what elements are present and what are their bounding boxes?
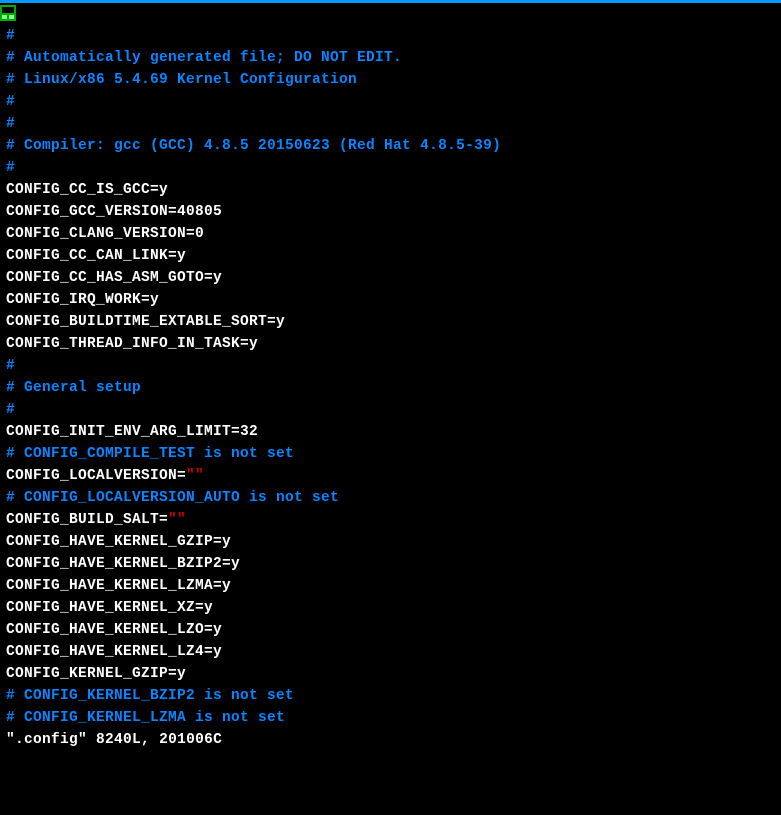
code-text: # CONFIG_COMPILE_TEST is not set <box>6 446 294 462</box>
status-filename: ".config" <box>6 732 87 748</box>
code-text: # CONFIG_KERNEL_BZIP2 is not set <box>6 688 294 704</box>
code-text: # Compiler: gcc (GCC) 4.8.5 20150623 (Re… <box>6 138 501 154</box>
code-line: # Automatically generated file; DO NOT E… <box>6 47 781 69</box>
code-text: # CONFIG_LOCALVERSION_AUTO is not set <box>6 490 339 506</box>
code-line: CONFIG_CC_IS_GCC=y <box>6 179 781 201</box>
code-line: # <box>6 25 781 47</box>
code-line: # <box>6 91 781 113</box>
code-text: # Linux/x86 5.4.69 Kernel Configuration <box>6 72 357 88</box>
code-line: # General setup <box>6 377 781 399</box>
code-line: # Linux/x86 5.4.69 Kernel Configuration <box>6 69 781 91</box>
code-line: # CONFIG_LOCALVERSION_AUTO is not set <box>6 487 781 509</box>
code-line: CONFIG_INIT_ENV_ARG_LIMIT=32 <box>6 421 781 443</box>
code-text: CONFIG_THREAD_INFO_IN_TASK=y <box>6 336 258 352</box>
status-line-count: 8240L, <box>96 732 150 748</box>
code-segment: "" <box>186 468 204 484</box>
code-segment: "" <box>168 512 186 528</box>
code-text: # General setup <box>6 380 141 396</box>
putty-icon <box>0 5 16 21</box>
code-text: CONFIG_IRQ_WORK=y <box>6 292 159 308</box>
code-text: # <box>6 160 15 176</box>
code-line: # <box>6 113 781 135</box>
code-line: CONFIG_HAVE_KERNEL_LZMA=y <box>6 575 781 597</box>
terminal-viewport[interactable]: # # Automatically generated file; DO NOT … <box>0 3 781 751</box>
code-text: CONFIG_HAVE_KERNEL_XZ=y <box>6 600 213 616</box>
code-text: CONFIG_CC_CAN_LINK=y <box>6 248 186 264</box>
code-text: CONFIG_CLANG_VERSION=0 <box>6 226 204 242</box>
code-text: CONFIG_CC_HAS_ASM_GOTO=y <box>6 270 222 286</box>
code-line: CONFIG_HAVE_KERNEL_GZIP=y <box>6 531 781 553</box>
code-line: CONFIG_HAVE_KERNEL_XZ=y <box>6 597 781 619</box>
code-text: CONFIG_HAVE_KERNEL_LZO=y <box>6 622 222 638</box>
code-line: CONFIG_BUILDTIME_EXTABLE_SORT=y <box>6 311 781 333</box>
code-line: # <box>6 157 781 179</box>
code-text: CONFIG_HAVE_KERNEL_GZIP=y <box>6 534 231 550</box>
code-text: CONFIG_HAVE_KERNEL_LZMA=y <box>6 578 231 594</box>
code-line: # <box>6 355 781 377</box>
status-char-count: 201006C <box>159 732 222 748</box>
code-segment: CONFIG_LOCALVERSION= <box>6 468 186 484</box>
code-line: # CONFIG_COMPILE_TEST is not set <box>6 443 781 465</box>
code-line: # <box>6 399 781 421</box>
vim-status-line: ".config" 8240L, 201006C <box>6 729 781 751</box>
code-line: CONFIG_HAVE_KERNEL_LZO=y <box>6 619 781 641</box>
code-line: CONFIG_HAVE_KERNEL_BZIP2=y <box>6 553 781 575</box>
code-line: # CONFIG_KERNEL_LZMA is not set <box>6 707 781 729</box>
code-line: CONFIG_CLANG_VERSION=0 <box>6 223 781 245</box>
code-text: # <box>6 28 15 44</box>
code-text: # <box>6 116 15 132</box>
code-text: # <box>6 358 15 374</box>
code-text: # <box>6 402 15 418</box>
code-text: CONFIG_INIT_ENV_ARG_LIMIT=32 <box>6 424 258 440</box>
code-text: # CONFIG_KERNEL_LZMA is not set <box>6 710 285 726</box>
code-text: CONFIG_CC_IS_GCC=y <box>6 182 168 198</box>
code-line: CONFIG_THREAD_INFO_IN_TASK=y <box>6 333 781 355</box>
code-text: CONFIG_HAVE_KERNEL_BZIP2=y <box>6 556 240 572</box>
code-line: CONFIG_IRQ_WORK=y <box>6 289 781 311</box>
code-line: CONFIG_HAVE_KERNEL_LZ4=y <box>6 641 781 663</box>
code-line: CONFIG_CC_CAN_LINK=y <box>6 245 781 267</box>
code-line: # CONFIG_KERNEL_BZIP2 is not set <box>6 685 781 707</box>
code-text: CONFIG_KERNEL_GZIP=y <box>6 666 186 682</box>
code-text: CONFIG_BUILDTIME_EXTABLE_SORT=y <box>6 314 285 330</box>
code-segment: CONFIG_BUILD_SALT= <box>6 512 168 528</box>
code-line: CONFIG_GCC_VERSION=40805 <box>6 201 781 223</box>
code-line: CONFIG_CC_HAS_ASM_GOTO=y <box>6 267 781 289</box>
code-text: # <box>6 94 15 110</box>
code-text: CONFIG_GCC_VERSION=40805 <box>6 204 222 220</box>
code-text: CONFIG_HAVE_KERNEL_LZ4=y <box>6 644 222 660</box>
code-line: # Compiler: gcc (GCC) 4.8.5 20150623 (Re… <box>6 135 781 157</box>
code-line: CONFIG_KERNEL_GZIP=y <box>6 663 781 685</box>
code-line: CONFIG_LOCALVERSION="" <box>6 465 781 487</box>
code-line: CONFIG_BUILD_SALT="" <box>6 509 781 531</box>
code-text: # Automatically generated file; DO NOT E… <box>6 50 402 66</box>
